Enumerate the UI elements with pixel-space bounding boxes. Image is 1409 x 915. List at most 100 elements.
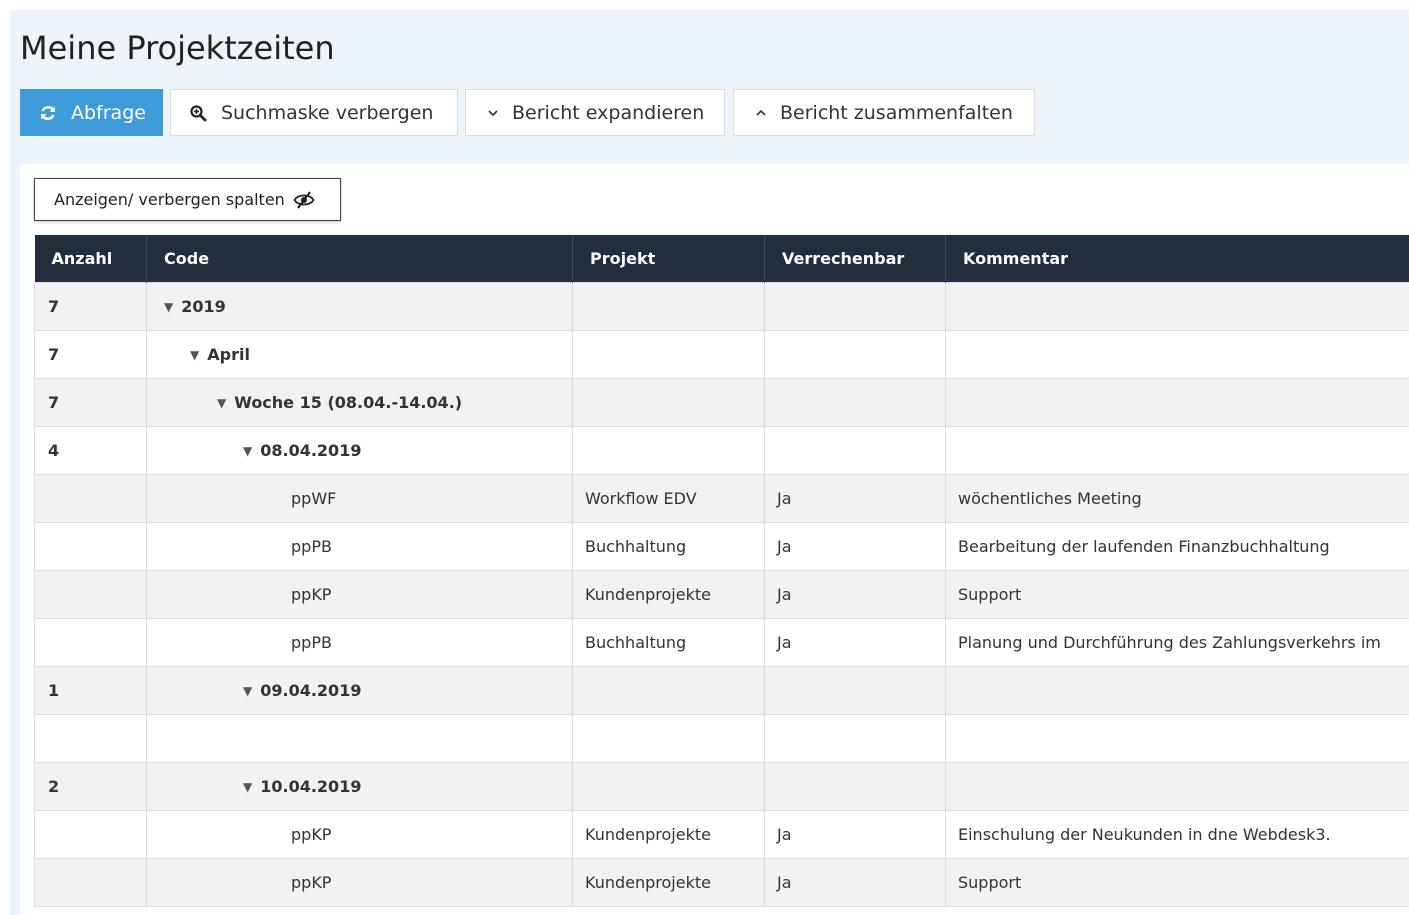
collapse-triangle-icon[interactable]: ▼ <box>164 300 173 314</box>
collapse-triangle-icon[interactable]: ▼ <box>190 348 199 362</box>
report-table: Anzahl Code Projekt Verrechenbar Komment… <box>34 235 1409 907</box>
comment-cell <box>945 378 1409 427</box>
code-cell: ppPB <box>146 522 573 571</box>
count-cell <box>34 858 147 907</box>
table-row-empty[interactable] <box>34 714 1409 763</box>
comment-cell <box>945 714 1409 763</box>
billable-cell: Ja <box>764 618 946 667</box>
hide-search-button[interactable]: Suchmaske verbergen <box>170 89 458 136</box>
count-cell: 7 <box>34 378 147 427</box>
count-cell: 7 <box>34 330 147 379</box>
table-row[interactable]: ppPB Buchhaltung Ja Planung und Durchfüh… <box>34 618 1409 667</box>
project-cell: Buchhaltung <box>572 522 765 571</box>
collapse-triangle-icon[interactable]: ▼ <box>243 780 252 794</box>
count-cell: 4 <box>34 426 147 475</box>
billable-cell <box>764 762 946 811</box>
code-cell <box>146 714 573 763</box>
collapse-triangle-icon[interactable]: ▼ <box>217 396 226 410</box>
group-label: 2019 <box>181 297 226 316</box>
group-label: 08.04.2019 <box>260 441 362 460</box>
billable-cell <box>764 330 946 379</box>
comment-cell: Einschulung der Neukunden in dne Webdesk… <box>945 810 1409 859</box>
group-label: 10.04.2019 <box>260 777 362 796</box>
count-cell <box>34 522 147 571</box>
group-row-month[interactable]: 7 ▼ April <box>34 330 1409 379</box>
column-header-projekt[interactable]: Projekt <box>572 235 765 283</box>
project-cell: Kundenprojekte <box>572 858 765 907</box>
table-row[interactable]: ppKP Kundenprojekte Ja Einschulung der N… <box>34 810 1409 859</box>
search-zoom-icon <box>189 104 207 122</box>
group-row-week[interactable]: 7 ▼ Woche 15 (08.04.-14.04.) <box>34 378 1409 427</box>
collapse-triangle-icon[interactable]: ▼ <box>243 684 252 698</box>
count-cell <box>34 570 147 619</box>
table-row[interactable]: ppWF Workflow EDV Ja wöchentliches Meeti… <box>34 474 1409 523</box>
billable-cell <box>764 714 946 763</box>
code-cell: ▼ 10.04.2019 <box>146 762 573 811</box>
table-row[interactable]: ppKP Kundenprojekte Ja Support <box>34 858 1409 907</box>
group-row-year[interactable]: 7 ▼ 2019 <box>34 282 1409 331</box>
code-cell: ▼ April <box>146 330 573 379</box>
billable-cell <box>764 426 946 475</box>
count-cell: 1 <box>34 666 147 715</box>
expand-report-button[interactable]: Bericht expandieren <box>465 89 725 136</box>
code-cell: ▼ Woche 15 (08.04.-14.04.) <box>146 378 573 427</box>
code-cell: ▼ 08.04.2019 <box>146 426 573 475</box>
collapse-report-button[interactable]: Bericht zusammenfalten <box>733 89 1035 136</box>
billable-cell: Ja <box>764 474 946 523</box>
hide-search-button-label: Suchmaske verbergen <box>221 101 434 124</box>
group-row-day[interactable]: 4 ▼ 08.04.2019 <box>34 426 1409 475</box>
chevron-up-icon <box>752 104 770 122</box>
comment-cell <box>945 330 1409 379</box>
project-cell: Kundenprojekte <box>572 810 765 859</box>
table-body: 7 ▼ 2019 7 ▼ April 7 ▼ Woche 15 (08.04.-14.… <box>34 282 1409 907</box>
eye-slash-icon <box>293 190 315 209</box>
count-cell <box>34 714 147 763</box>
table-header-row: Anzahl Code Projekt Verrechenbar Komment… <box>34 235 1409 283</box>
page-title: Meine Projektzeiten <box>20 29 335 67</box>
refresh-icon <box>39 104 57 122</box>
column-header-kommentar[interactable]: Kommentar <box>945 235 1409 283</box>
billable-cell <box>764 282 946 331</box>
code-cell: ppKP <box>146 858 573 907</box>
column-header-verrechenbar[interactable]: Verrechenbar <box>764 235 946 283</box>
group-row-day[interactable]: 1 ▼ 09.04.2019 <box>34 666 1409 715</box>
count-cell <box>34 474 147 523</box>
billable-cell: Ja <box>764 522 946 571</box>
billable-cell <box>764 666 946 715</box>
query-button-label: Abfrage <box>71 101 146 124</box>
project-cell <box>572 282 765 331</box>
project-cell <box>572 378 765 427</box>
comment-cell: wöchentliches Meeting <box>945 474 1409 523</box>
count-cell <box>34 618 147 667</box>
project-cell <box>572 426 765 475</box>
code-cell: ▼ 2019 <box>146 282 573 331</box>
billable-cell: Ja <box>764 810 946 859</box>
code-cell: ppWF <box>146 474 573 523</box>
toggle-columns-button[interactable]: Anzeigen/ verbergen spalten <box>34 178 341 221</box>
project-cell <box>572 762 765 811</box>
column-header-anzahl[interactable]: Anzahl <box>34 235 147 283</box>
table-row[interactable]: ppKP Kundenprojekte Ja Support <box>34 570 1409 619</box>
group-label: April <box>207 345 250 364</box>
report-card: Anzeigen/ verbergen spalten Anzahl Code … <box>20 164 1409 915</box>
project-cell <box>572 666 765 715</box>
count-cell <box>34 810 147 859</box>
table-row[interactable]: ppPB Buchhaltung Ja Bearbeitung der lauf… <box>34 522 1409 571</box>
comment-cell: Bearbeitung der laufenden Finanzbuchhalt… <box>945 522 1409 571</box>
project-cell <box>572 330 765 379</box>
comment-cell: Support <box>945 858 1409 907</box>
collapse-triangle-icon[interactable]: ▼ <box>243 444 252 458</box>
toggle-columns-label: Anzeigen/ verbergen spalten <box>54 190 285 209</box>
column-header-code[interactable]: Code <box>146 235 573 283</box>
code-cell: ppKP <box>146 810 573 859</box>
billable-cell: Ja <box>764 570 946 619</box>
code-cell: ppKP <box>146 570 573 619</box>
count-cell: 2 <box>34 762 147 811</box>
expand-report-button-label: Bericht expandieren <box>512 101 705 124</box>
comment-cell: Planung und Durchführung des Zahlungsver… <box>945 618 1409 667</box>
group-label: Woche 15 (08.04.-14.04.) <box>234 393 463 412</box>
project-cell: Buchhaltung <box>572 618 765 667</box>
comment-cell <box>945 426 1409 475</box>
group-row-day[interactable]: 2 ▼ 10.04.2019 <box>34 762 1409 811</box>
query-button[interactable]: Abfrage <box>20 89 163 136</box>
